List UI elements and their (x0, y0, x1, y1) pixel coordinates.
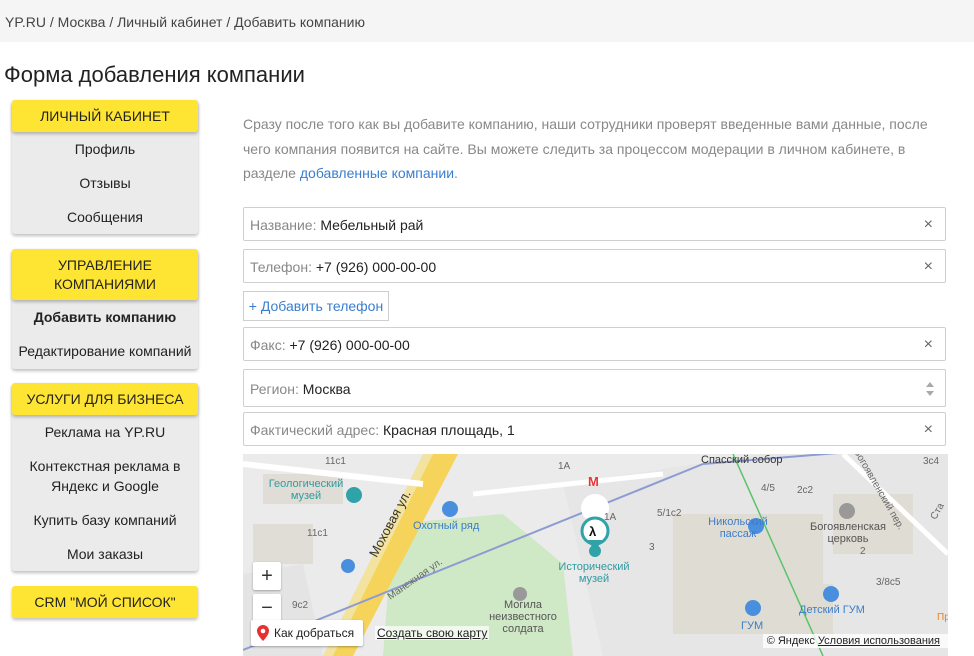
sidebar-item-reviews[interactable]: Отзывы (12, 166, 198, 200)
address-field[interactable]: Фактический адрес: Красная площадь, 1 × (243, 412, 946, 446)
sidebar-item-yp-ads[interactable]: Реклама на YP.RU (12, 415, 198, 449)
map-num-1a: 1А (558, 461, 571, 472)
map-label-hist-museum: Исторический музей (558, 561, 630, 585)
sidebar-crm-header[interactable]: CRM "МОЙ СПИСОК" (12, 586, 198, 618)
route-button[interactable]: Как добраться (251, 620, 363, 646)
sidebar-item-messages[interactable]: Сообщения (12, 200, 198, 234)
add-phone-button[interactable]: + Добавить телефон (243, 291, 389, 321)
route-label: Как добраться (274, 626, 355, 640)
create-map-link[interactable]: Создать свою карту (375, 626, 490, 640)
sidebar-item-profile[interactable]: Профиль (12, 132, 198, 166)
map-num-11c1b: 11с1 (307, 528, 328, 539)
intro-text: Сразу после того как вы добавите компани… (243, 112, 943, 186)
copyright-text: © Яндекс (766, 635, 815, 647)
svg-text:λ: λ (589, 524, 597, 539)
phone-label: Телефон: +7 (926) 000-00-00 (250, 259, 436, 275)
region-label: Регион: Москва (250, 381, 351, 397)
company-name-value[interactable]: Мебельный рай (320, 217, 423, 233)
sidebar-item-buy-base[interactable]: Купить базу компаний (12, 503, 198, 537)
sidebar-account-header[interactable]: ЛИЧНЫЙ КАБИНЕТ (12, 100, 198, 132)
region-label-text: Регион: (250, 381, 299, 397)
map-label-mogila: Могила неизвестного солдата (489, 599, 557, 635)
select-arrows-icon[interactable] (925, 379, 935, 399)
sidebar-companies-header[interactable]: УПРАВЛЕНИЕ КОМПАНИЯМИ (12, 249, 198, 300)
added-companies-link[interactable]: добавленные компании (300, 165, 454, 181)
map-num-4-5: 4/5 (761, 483, 775, 494)
terms-link[interactable]: Условия использования (818, 635, 940, 647)
fax-label-text: Факс: (250, 337, 286, 353)
address-label-text: Фактический адрес: (250, 422, 380, 438)
fax-value[interactable]: +7 (926) 000-00-00 (290, 337, 410, 353)
sidebar-companies-block: УПРАВЛЕНИЕ КОМПАНИЯМИ Добавить компанию … (12, 249, 198, 369)
sidebar-item-context-ads[interactable]: Контекстная реклама в Яндекс и Google (12, 449, 198, 503)
region-select[interactable]: Регион: Москва (243, 369, 946, 407)
map-label-gum: ГУМ (741, 620, 764, 632)
zoom-out-button[interactable]: − (253, 594, 281, 622)
map-num-3-8c5: 3/8с5 (876, 577, 901, 588)
map-num-11c1: 11с1 (325, 456, 346, 467)
clear-fax-icon[interactable]: × (924, 336, 933, 354)
map-copyright: © Яндекс Условия использования (762, 634, 948, 648)
map-num-5-1c2: 5/1с2 (657, 508, 682, 519)
map-label-geo-museum: Геологический музей (268, 478, 344, 502)
map-pin-icon (257, 625, 269, 641)
map-num-9c2: 9с2 (292, 600, 309, 611)
sidebar-item-add-company[interactable]: Добавить компанию (12, 300, 198, 334)
map-label-okhotny: Охотный ряд (413, 520, 480, 532)
map-label-pr: Пр (937, 612, 948, 623)
map-num-2c2: 2с2 (797, 485, 814, 496)
page-title: Форма добавления компании (4, 62, 305, 87)
clear-name-icon[interactable]: × (924, 216, 933, 234)
clear-phone-icon[interactable]: × (924, 258, 933, 276)
phone-value[interactable]: +7 (926) 000-00-00 (316, 259, 436, 275)
zoom-in-button[interactable]: + (253, 562, 281, 590)
breadcrumb-text[interactable]: YP.RU / Москва / Личный кабинет / Добави… (5, 14, 365, 30)
map-num-2: 2 (860, 546, 866, 557)
sidebar-item-edit-companies[interactable]: Редактирование компаний (12, 334, 198, 368)
map-num-3: 3 (649, 542, 655, 553)
company-name-label-text: Название: (250, 217, 317, 233)
region-value[interactable]: Москва (303, 381, 351, 397)
map[interactable]: М λ Спасский собор Геологический музей О… (243, 454, 948, 656)
map-num-1a2: 1А (604, 512, 617, 523)
address-value[interactable]: Красная площадь, 1 (383, 422, 515, 438)
company-name-field[interactable]: Название: Мебельный рай × (243, 207, 946, 241)
company-name-label: Название: Мебельный рай (250, 217, 423, 233)
address-label: Фактический адрес: Красная площадь, 1 (250, 422, 515, 438)
sidebar-business-block: УСЛУГИ ДЛЯ БИЗНЕСА Реклама на YP.RU Конт… (12, 383, 198, 571)
intro-end: . (454, 165, 458, 181)
fax-field[interactable]: Факс: +7 (926) 000-00-00 × (243, 327, 946, 361)
phone-label-text: Телефон: (250, 259, 312, 275)
phone-field[interactable]: Телефон: +7 (926) 000-00-00 × (243, 249, 946, 283)
clear-address-icon[interactable]: × (924, 421, 933, 439)
svg-text:М: М (588, 474, 599, 489)
breadcrumb: YP.RU / Москва / Личный кабинет / Добави… (0, 0, 974, 42)
map-label-bogoyavl: Богоявленская церковь (809, 521, 886, 545)
map-label-nikolsky: Никольский пассаж (708, 516, 768, 540)
map-num-3c4: 3с4 (923, 456, 940, 467)
map-label-detsky-gum: Детский ГУМ (799, 604, 865, 616)
sidebar-item-my-orders[interactable]: Мои заказы (12, 537, 198, 571)
sidebar-business-header[interactable]: УСЛУГИ ДЛЯ БИЗНЕСА (12, 383, 198, 415)
map-label-spassky: Спасский собор (701, 454, 783, 466)
fax-label: Факс: +7 (926) 000-00-00 (250, 337, 410, 353)
sidebar-account-block: ЛИЧНЫЙ КАБИНЕТ Профиль Отзывы Сообщения (12, 100, 198, 234)
